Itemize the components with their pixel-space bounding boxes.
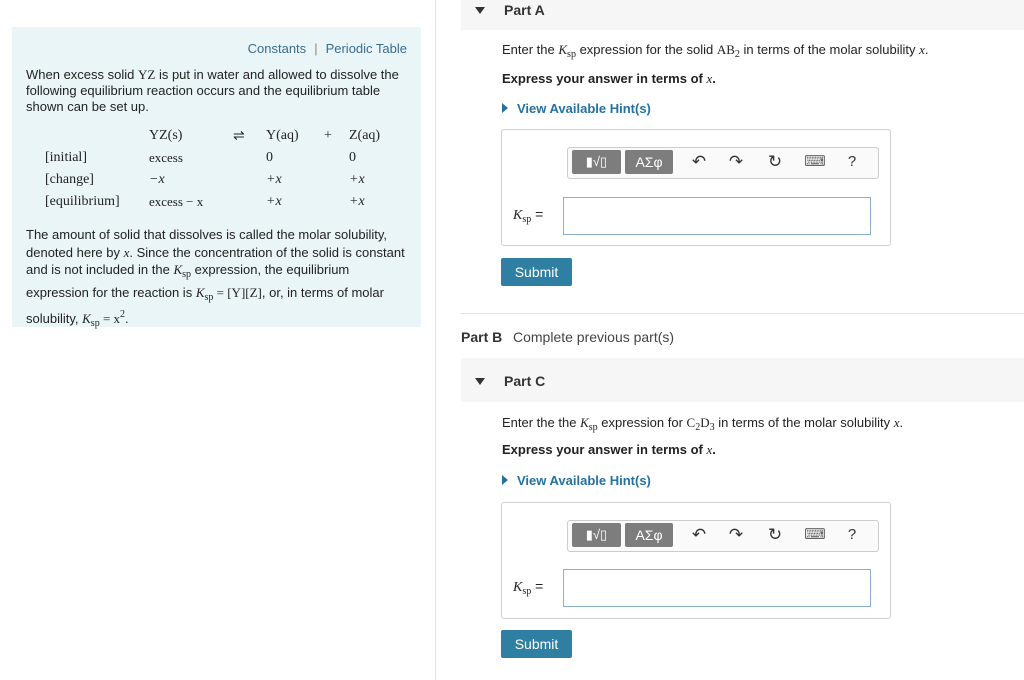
problem-info-panel: Constants | Periodic Table When excess sol…	[12, 27, 421, 329]
part-c-answer-input[interactable]	[563, 569, 871, 607]
initial-product1: 0	[266, 150, 273, 165]
help-icon[interactable]: ?	[841, 524, 863, 546]
part-c-ksp-label: Ksp =	[513, 578, 544, 597]
redo-icon[interactable]: ↷	[725, 151, 747, 173]
part-a-express-instruction: Express your answer in terms of x.	[502, 71, 716, 86]
template-button[interactable]: ▮√▯	[572, 150, 621, 174]
initial-reactant: excess	[149, 150, 183, 165]
part-c-express-instruction: Express your answer in terms of x.	[502, 442, 716, 457]
symbols-button[interactable]: ΑΣφ	[625, 150, 673, 174]
initial-product2: 0	[349, 150, 356, 165]
part-b-title: Part B	[461, 329, 503, 345]
part-c-math-toolbar: ▮√▯ ΑΣφ ↶ ↷ ↻ ⌨ ?	[567, 520, 879, 552]
equilibrium-product2: +x	[349, 194, 365, 209]
part-c-title: Part C	[504, 373, 546, 389]
redo-icon[interactable]: ↷	[725, 524, 747, 546]
part-c-submit-button[interactable]: Submit	[501, 630, 572, 658]
part-a-math-toolbar: ▮√▯ ΑΣφ ↶ ↷ ↻ ⌨ ?	[567, 147, 879, 179]
row-label-initial: [initial]	[45, 150, 87, 165]
constants-link[interactable]: Constants	[248, 41, 307, 56]
change-reactant: −x	[149, 172, 165, 187]
expand-triangle-icon	[502, 103, 508, 113]
equilibrium-reactant: excess − x	[149, 194, 204, 209]
change-product2: +x	[349, 172, 365, 187]
species-yz: YZ	[138, 67, 156, 82]
link-separator: |	[314, 41, 318, 56]
part-a-answer-input[interactable]	[563, 197, 871, 235]
keyboard-icon[interactable]: ⌨	[804, 151, 826, 173]
periodic-table-link[interactable]: Periodic Table	[326, 41, 407, 56]
intro-text: When excess solid YZ is put in water and…	[26, 67, 399, 114]
part-a-prompt: Enter the Ksp expression for the solid A…	[502, 42, 929, 60]
collapse-caret-icon[interactable]	[475, 378, 485, 385]
part-a-ksp-label: Ksp =	[513, 206, 544, 225]
part-a-hint-link[interactable]: View Available Hint(s)	[502, 101, 651, 116]
symbols-button[interactable]: ΑΣφ	[625, 523, 673, 547]
expand-triangle-icon	[502, 475, 508, 485]
product2-header: Z(aq)	[349, 128, 381, 143]
equilibrium-product1: +x	[266, 194, 282, 209]
part-c-prompt: Enter the the Ksp expression for C2D3 in…	[502, 415, 904, 433]
template-button[interactable]: ▮√▯	[572, 523, 621, 547]
collapse-caret-icon[interactable]	[475, 7, 485, 14]
part-a-title: Part A	[504, 2, 545, 18]
help-icon[interactable]: ?	[841, 151, 863, 173]
resource-links: Constants | Periodic Table	[248, 41, 407, 56]
part-c-hint-link[interactable]: View Available Hint(s)	[502, 473, 651, 488]
change-product1: +x	[266, 172, 282, 187]
panel-divider	[435, 0, 436, 680]
plus-sign: +	[324, 128, 332, 143]
explanation-text: The amount of solid that dissolves is ca…	[26, 227, 405, 329]
product1-header: Y(aq)	[266, 128, 299, 143]
part-b-header: Part B Complete previous part(s)	[461, 313, 1024, 358]
equilibrium-arrow: ⇌	[233, 129, 245, 144]
part-a-submit-button[interactable]: Submit	[501, 258, 572, 286]
row-label-change: [change]	[45, 172, 94, 187]
reset-icon[interactable]: ↻	[764, 524, 786, 546]
part-a-header[interactable]: Part A	[461, 0, 1024, 30]
part-c-header[interactable]: Part C	[461, 358, 1024, 402]
reset-icon[interactable]: ↻	[764, 151, 786, 173]
keyboard-icon[interactable]: ⌨	[804, 524, 826, 546]
reactant-header: YZ(s)	[149, 128, 183, 143]
row-label-equilibrium: [equilibrium]	[45, 194, 120, 209]
part-b-status: Complete previous part(s)	[513, 329, 675, 345]
undo-icon[interactable]: ↶	[688, 151, 710, 173]
undo-icon[interactable]: ↶	[688, 524, 710, 546]
